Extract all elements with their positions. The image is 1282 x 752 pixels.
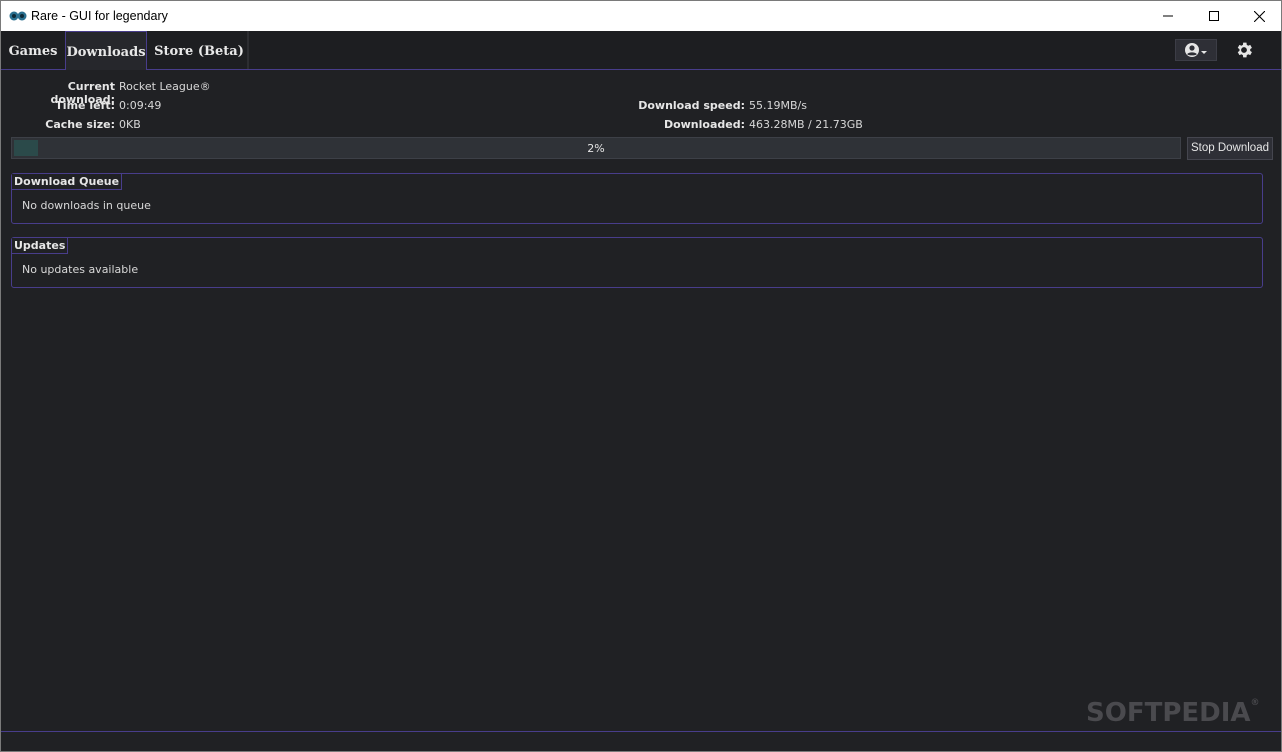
maximize-icon — [1209, 11, 1219, 21]
tab-games[interactable]: Games — [1, 31, 65, 69]
app-window: Rare - GUI for legendary Games Downloads… — [0, 0, 1282, 752]
minimize-icon — [1163, 15, 1173, 17]
softpedia-watermark: SOFTPEDIA® — [1086, 698, 1260, 728]
tab-downloads[interactable]: Downloads — [65, 31, 147, 70]
minimize-button[interactable] — [1145, 1, 1191, 31]
maximize-button[interactable] — [1191, 1, 1237, 31]
cache-size-label: Cache size: — [45, 118, 115, 131]
download-queue-empty-text: No downloads in queue — [22, 199, 151, 212]
downloaded-label: Downloaded: — [663, 118, 745, 131]
settings-button[interactable] — [1231, 37, 1257, 63]
status-bar-divider — [1, 731, 1281, 732]
gear-icon — [1237, 42, 1252, 58]
time-left-label: Time left: — [55, 99, 115, 112]
close-button[interactable] — [1236, 1, 1282, 31]
cache-size-value: 0KB — [119, 118, 141, 131]
tab-bar: Games Downloads Store (Beta) — [1, 31, 1281, 70]
watermark-text: SOFTPEDIA — [1086, 698, 1251, 728]
close-icon — [1253, 10, 1265, 22]
download-speed-label: Download speed: — [638, 99, 745, 112]
updates-title: Updates — [12, 238, 69, 254]
download-queue-group: Download Queue No downloads in queue — [11, 173, 1263, 224]
progress-text: 2% — [587, 142, 605, 155]
tab-separator — [247, 31, 249, 69]
download-queue-title: Download Queue — [12, 174, 123, 190]
current-download-value: Rocket League® — [119, 80, 211, 93]
downloaded-value: 463.28MB / 21.73GB — [749, 118, 863, 131]
download-speed-value: 55.19MB/s — [749, 99, 807, 112]
time-left-value: 0:09:49 — [119, 99, 162, 112]
account-button[interactable] — [1175, 39, 1217, 61]
updates-group: Updates No updates available — [11, 237, 1263, 288]
window-title: Rare - GUI for legendary — [31, 9, 168, 23]
stop-download-button[interactable]: Stop Download — [1187, 137, 1273, 160]
title-bar: Rare - GUI for legendary — [1, 1, 1281, 31]
tab-store[interactable]: Store (Beta) — [149, 31, 249, 69]
rare-logo-icon — [9, 10, 27, 22]
account-circle-icon — [1185, 43, 1207, 57]
updates-empty-text: No updates available — [22, 263, 139, 276]
download-progress-bar: 2% — [11, 137, 1181, 159]
